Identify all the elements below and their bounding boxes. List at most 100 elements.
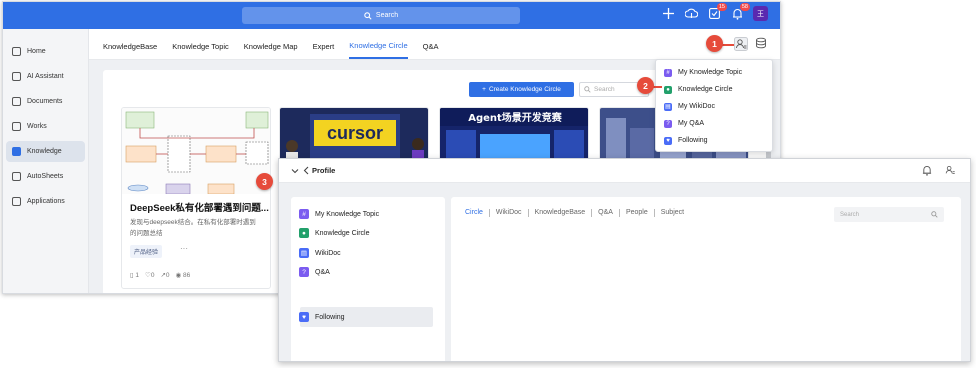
chevron-down-icon[interactable] [291,167,299,175]
circle-search-placeholder: Search [594,86,615,93]
subtab-qa[interactable]: Q&A [591,209,619,217]
plus-icon[interactable] [661,7,675,21]
share-count-stat: ↗0 [160,271,169,279]
menu-item-following[interactable]: ♥ Following [656,132,772,149]
card-description: 发现与deepseek结合。在私有化部署时遇到的问题总结 [130,219,256,237]
profile-window: Profile # My Knowledge Topic ● Knowledge C… [278,158,971,362]
menu-item-label: Knowledge Circle [678,86,733,93]
tab-qa[interactable]: Q&A [423,33,439,59]
sidebar-item-label: Documents [27,98,63,105]
menu-item-knowledge-circle[interactable]: ● Knowledge Circle [656,81,772,98]
qa-icon: ? [299,267,309,277]
search-icon [931,211,938,218]
annotation-marker-2: 2 [637,77,654,94]
like-count: 0 [150,272,155,279]
sidebar-item-home[interactable]: Home [6,41,85,62]
sidebar-item-works[interactable]: Works [6,116,85,137]
card-thumbnail-diagram [122,108,270,194]
sidebar-item-label: Home [27,48,46,55]
sidebar-item-knowledge[interactable]: Knowledge [6,141,85,162]
back-arrow-icon[interactable] [303,166,310,175]
sidebar-item-autosheets[interactable]: AutoSheets [6,166,85,187]
profile-content: Circle WikiDoc KnowledgeBase Q&A People … [451,197,961,361]
sidebar-item-label: Applications [27,198,65,205]
nav-item-wikidoc[interactable]: ▤ WikiDoc [299,244,341,262]
tasks-badge: 15 [716,2,727,11]
nav-item-knowledge-circle[interactable]: ● Knowledge Circle [299,224,369,242]
menu-item-label: My WikiDoc [678,103,715,110]
doc-count: 1 [135,272,140,279]
bell-icon[interactable]: 58 [730,2,750,21]
menu-item-my-knowledge-topic[interactable]: # My Knowledge Topic [656,64,772,81]
subtab-wikidoc[interactable]: WikiDoc [488,209,528,217]
bell-icon[interactable] [922,165,932,176]
tasks-icon[interactable]: 15 [707,2,727,21]
profile-search-input[interactable]: Search [834,207,944,222]
nav-item-label: My Knowledge Topic [315,210,380,218]
database-icon[interactable] [755,37,769,51]
nav-item-my-knowledge-topic[interactable]: # My Knowledge Topic [299,205,379,223]
menu-item-label: My Q&A [678,120,705,127]
apps-icon [12,197,21,206]
sidebar-item-documents[interactable]: Documents [6,91,85,112]
tag-label: 产品经验 [134,250,159,256]
tab-knowledge-map[interactable]: Knowledge Map [244,33,298,59]
profile-dropdown-menu: # My Knowledge Topic ● Knowledge Circle ▤ M… [655,59,773,152]
grid-icon [12,122,21,131]
annotation-marker-1: 1 [706,35,723,52]
nav-item-qa[interactable]: ? Q&A [299,263,330,281]
book-icon [12,147,21,156]
tab-expert[interactable]: Expert [313,33,335,59]
top-actions: 15 58 王 [661,2,768,21]
circle-icon: ● [299,228,309,238]
folder-icon [12,97,21,106]
sidebar: Home AI Assistant Documents Works Knowle… [3,29,89,293]
document-icon: ▯ [130,272,134,279]
cloud-upload-icon[interactable] [684,7,698,21]
menu-item-my-qa[interactable]: ? My Q&A [656,115,772,132]
nav-item-label: Q&A [315,268,330,276]
nav-item-label: Following [315,313,345,321]
subtab-knowledgebase[interactable]: KnowledgeBase [527,209,592,217]
create-knowledge-circle-button[interactable]: + Create Knowledge Circle [469,82,574,97]
qa-icon: ? [664,119,672,128]
sidebar-item-label: Knowledge [27,148,62,155]
main-tabs: KnowledgeBase Knowledge Topic Knowledge … [103,33,439,59]
profile-header: Profile [279,159,970,183]
subtab-subject[interactable]: Subject [653,209,690,217]
eye-icon: ◉ [175,272,182,279]
plus-icon: + [482,86,486,93]
circle-card[interactable]: DeepSeek私有化部署遇到问题... 发现与deepseek结合。在私有化部… [121,107,271,289]
global-search-input[interactable]: Search [242,7,520,24]
robot-icon [12,72,21,81]
profile-menu-icon[interactable] [944,164,956,176]
global-search-placeholder: Search [375,12,399,19]
nav-item-following[interactable]: ♥ Following [299,308,345,326]
share-count: 0 [165,272,170,279]
sidebar-item-label: Works [27,123,47,130]
hash-icon: # [299,209,309,219]
heart-icon: ♥ [664,136,672,145]
view-count: 86 [183,272,191,279]
wikidoc-icon: ▤ [299,248,309,258]
annotation-marker-3: 3 [256,173,273,190]
wikidoc-icon: ▤ [664,102,672,111]
menu-item-my-wikidoc[interactable]: ▤ My WikiDoc [656,98,772,115]
sidebar-item-applications[interactable]: Applications [6,191,85,212]
sidebar-item-ai-assistant[interactable]: AI Assistant [6,66,85,87]
subtab-circle[interactable]: Circle [465,209,489,217]
tab-knowledge-topic[interactable]: Knowledge Topic [172,33,229,59]
sidebar-item-label: AI Assistant [27,73,64,80]
nav-item-label: WikiDoc [315,249,341,257]
tab-knowledgebase[interactable]: KnowledgeBase [103,33,157,59]
avatar[interactable]: 王 [753,6,768,21]
nav-item-label: Knowledge Circle [315,229,370,237]
hash-icon: # [664,68,672,77]
view-count-stat: ◉ 86 [176,271,191,279]
tab-knowledge-circle[interactable]: Knowledge Circle [349,33,408,59]
card-tag: 产品经验 [130,245,163,258]
subtab-people[interactable]: People [618,209,654,217]
more-options-icon[interactable]: ··· [180,244,188,253]
create-button-label: Create Knowledge Circle [488,86,561,93]
profile-menu-icon[interactable] [734,37,748,51]
